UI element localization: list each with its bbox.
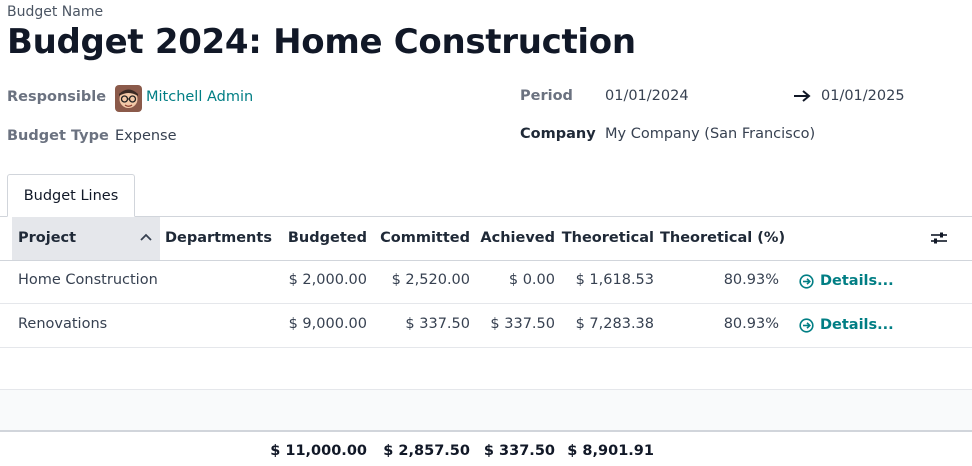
row-divider [0,347,972,348]
column-header-project[interactable]: Project [18,230,76,246]
column-header-budgeted[interactable]: Budgeted [267,230,367,246]
column-header-committed[interactable]: Committed [370,230,470,246]
column-header-theoretical-pct[interactable]: Theoretical (%) [660,230,785,246]
responsible-value[interactable]: Mitchell Admin [146,89,253,105]
cell-budgeted[interactable]: $ 2,000.00 [267,272,367,288]
column-header-departments[interactable]: Departments [165,230,272,246]
total-theoretical: $ 8,901.91 [567,443,654,459]
cell-achieved: $ 0.00 [508,272,555,288]
budget-type-label: Budget Type [7,128,109,144]
sort-up-icon[interactable] [139,232,153,242]
cell-committed: $ 337.50 [405,316,470,332]
period-start-field[interactable]: 01/01/2024 [605,88,689,104]
period-end-field[interactable]: 01/01/2025 [821,88,905,104]
column-header-achieved[interactable]: Achieved [470,230,555,246]
budget-title[interactable]: Budget 2024: Home Construction [7,22,636,62]
cell-theoretical: $ 7,283.38 [575,316,654,332]
cell-project[interactable]: Home Construction [18,272,158,288]
details-button[interactable]: Details... [799,317,894,333]
details-label: Details... [820,317,894,333]
cell-theoretical-pct: 80.93% [723,316,779,332]
cell-budgeted[interactable]: $ 9,000.00 [267,316,367,332]
row-divider [0,303,972,304]
total-achieved: $ 337.50 [483,443,555,459]
tab-budget-lines[interactable]: Budget Lines [7,174,135,217]
cell-achieved: $ 337.50 [490,316,555,332]
total-committed: $ 2,857.50 [383,443,470,459]
empty-row [0,390,972,430]
column-settings-icon[interactable] [930,230,948,246]
budget-name-label: Budget Name [7,4,104,20]
responsible-label: Responsible [7,89,107,105]
budget-type-value[interactable]: Expense [115,128,177,144]
column-header-theoretical[interactable]: Theoretical [560,230,654,246]
period-label: Period [520,88,573,104]
cell-theoretical: $ 1,618.53 [575,272,654,288]
total-budgeted: $ 11,000.00 [270,443,367,459]
avatar [115,85,142,112]
details-button[interactable]: Details... [799,273,894,289]
totals-divider [0,430,972,432]
details-label: Details... [820,273,894,289]
cell-theoretical-pct: 80.93% [723,272,779,288]
arrow-circle-right-icon [799,317,814,333]
arrow-right-icon [794,90,811,102]
company-value[interactable]: My Company (San Francisco) [605,126,815,142]
cell-project[interactable]: Renovations [18,316,107,332]
company-label: Company [520,126,596,142]
cell-committed: $ 2,520.00 [391,272,470,288]
arrow-circle-right-icon [799,273,814,289]
